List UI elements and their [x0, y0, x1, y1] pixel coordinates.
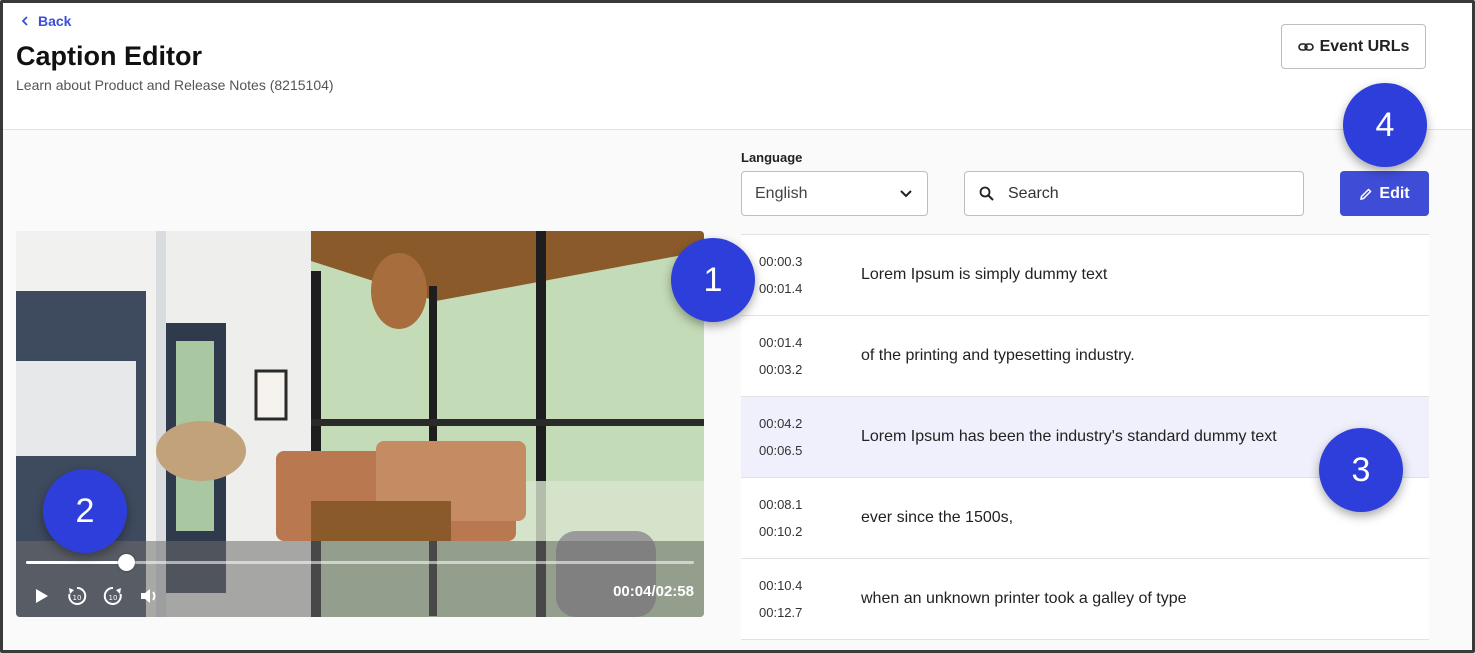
progress-bar[interactable] [26, 554, 694, 571]
caption-text: of the printing and typesetting industry… [861, 347, 1135, 364]
marker-4: 4 [1343, 83, 1427, 167]
page-subtitle: Learn about Product and Release Notes (8… [16, 77, 334, 93]
caption-text: Lorem Ipsum is simply dummy text [861, 266, 1108, 283]
caption-end: 00:10.2 [759, 524, 803, 539]
forward-10-icon: 10 [103, 586, 122, 605]
marker-3: 3 [1319, 428, 1403, 512]
caption-times: 00:08.1 00:10.2 [741, 491, 861, 545]
search-box[interactable] [964, 171, 1304, 216]
back-link[interactable]: Back [20, 13, 71, 29]
language-label: Language [741, 150, 803, 165]
caption-start: 00:01.4 [759, 335, 803, 350]
caption-end: 00:12.7 [759, 605, 803, 620]
caption-text: ever since the 1500s, [861, 509, 1014, 526]
caption-start: 00:00.3 [759, 254, 803, 269]
event-urls-label: Event URLs [1319, 37, 1410, 55]
caption-times: 00:10.4 00:12.7 [741, 572, 861, 626]
caption-times: 00:00.3 00:01.4 [741, 248, 861, 302]
caption-text: Lorem Ipsum has been the industry's stan… [861, 428, 1277, 445]
caption-end: 00:06.5 [759, 443, 803, 458]
page-header: Back Caption Editor Learn about Product … [3, 3, 1472, 130]
time-display: 00:04/02:58 [613, 583, 694, 600]
rewind-10-icon: 10 [68, 586, 87, 605]
caption-times: 00:01.4 00:03.2 [741, 329, 861, 383]
chevron-left-icon [21, 16, 28, 26]
player-controls: 10 10 [28, 583, 162, 609]
marker-1: 1 [671, 238, 755, 322]
language-select[interactable]: English [741, 171, 928, 216]
caption-end: 00:01.4 [759, 281, 803, 296]
caption-start: 00:04.2 [759, 416, 803, 431]
caption-row[interactable]: 00:00.3 00:01.4 Lorem Ipsum is simply du… [741, 235, 1429, 316]
volume-button[interactable] [136, 583, 162, 609]
page-title: Caption Editor [16, 41, 202, 71]
play-icon [36, 589, 48, 603]
pencil-icon [1360, 187, 1372, 200]
caption-row[interactable]: 00:01.4 00:03.2 of the printing and type… [741, 316, 1429, 397]
svg-text:10: 10 [73, 594, 82, 602]
caption-start: 00:08.1 [759, 497, 803, 512]
play-button[interactable] [28, 583, 54, 609]
svg-text:10: 10 [109, 594, 118, 602]
marker-2: 2 [43, 469, 127, 553]
forward-10-button[interactable]: 10 [100, 583, 126, 609]
caption-text: when an unknown printer took a galley of… [861, 590, 1187, 607]
language-value: English [755, 184, 808, 202]
search-input[interactable] [1008, 184, 1278, 203]
progress-fill [26, 561, 127, 564]
video-player[interactable]: 10 10 00:04/02:58 [16, 231, 704, 617]
search-icon [979, 186, 994, 201]
volume-icon [141, 589, 156, 603]
progress-thumb[interactable] [118, 554, 136, 571]
app-frame: Back Caption Editor Learn about Product … [0, 0, 1475, 653]
caption-end: 00:03.2 [759, 362, 803, 377]
rewind-10-button[interactable]: 10 [64, 583, 90, 609]
link-icon [1297, 42, 1314, 51]
caption-times: 00:04.2 00:06.5 [741, 410, 861, 464]
caption-list: 00:00.3 00:01.4 Lorem Ipsum is simply du… [741, 234, 1429, 640]
caption-row[interactable]: 00:10.4 00:12.7 when an unknown printer … [741, 559, 1429, 640]
back-label: Back [38, 13, 72, 29]
caption-start: 00:10.4 [759, 578, 803, 593]
edit-button[interactable]: Edit [1340, 171, 1429, 216]
event-urls-button[interactable]: Event URLs [1281, 24, 1426, 69]
edit-label: Edit [1379, 184, 1410, 202]
chevron-down-icon [900, 189, 912, 197]
